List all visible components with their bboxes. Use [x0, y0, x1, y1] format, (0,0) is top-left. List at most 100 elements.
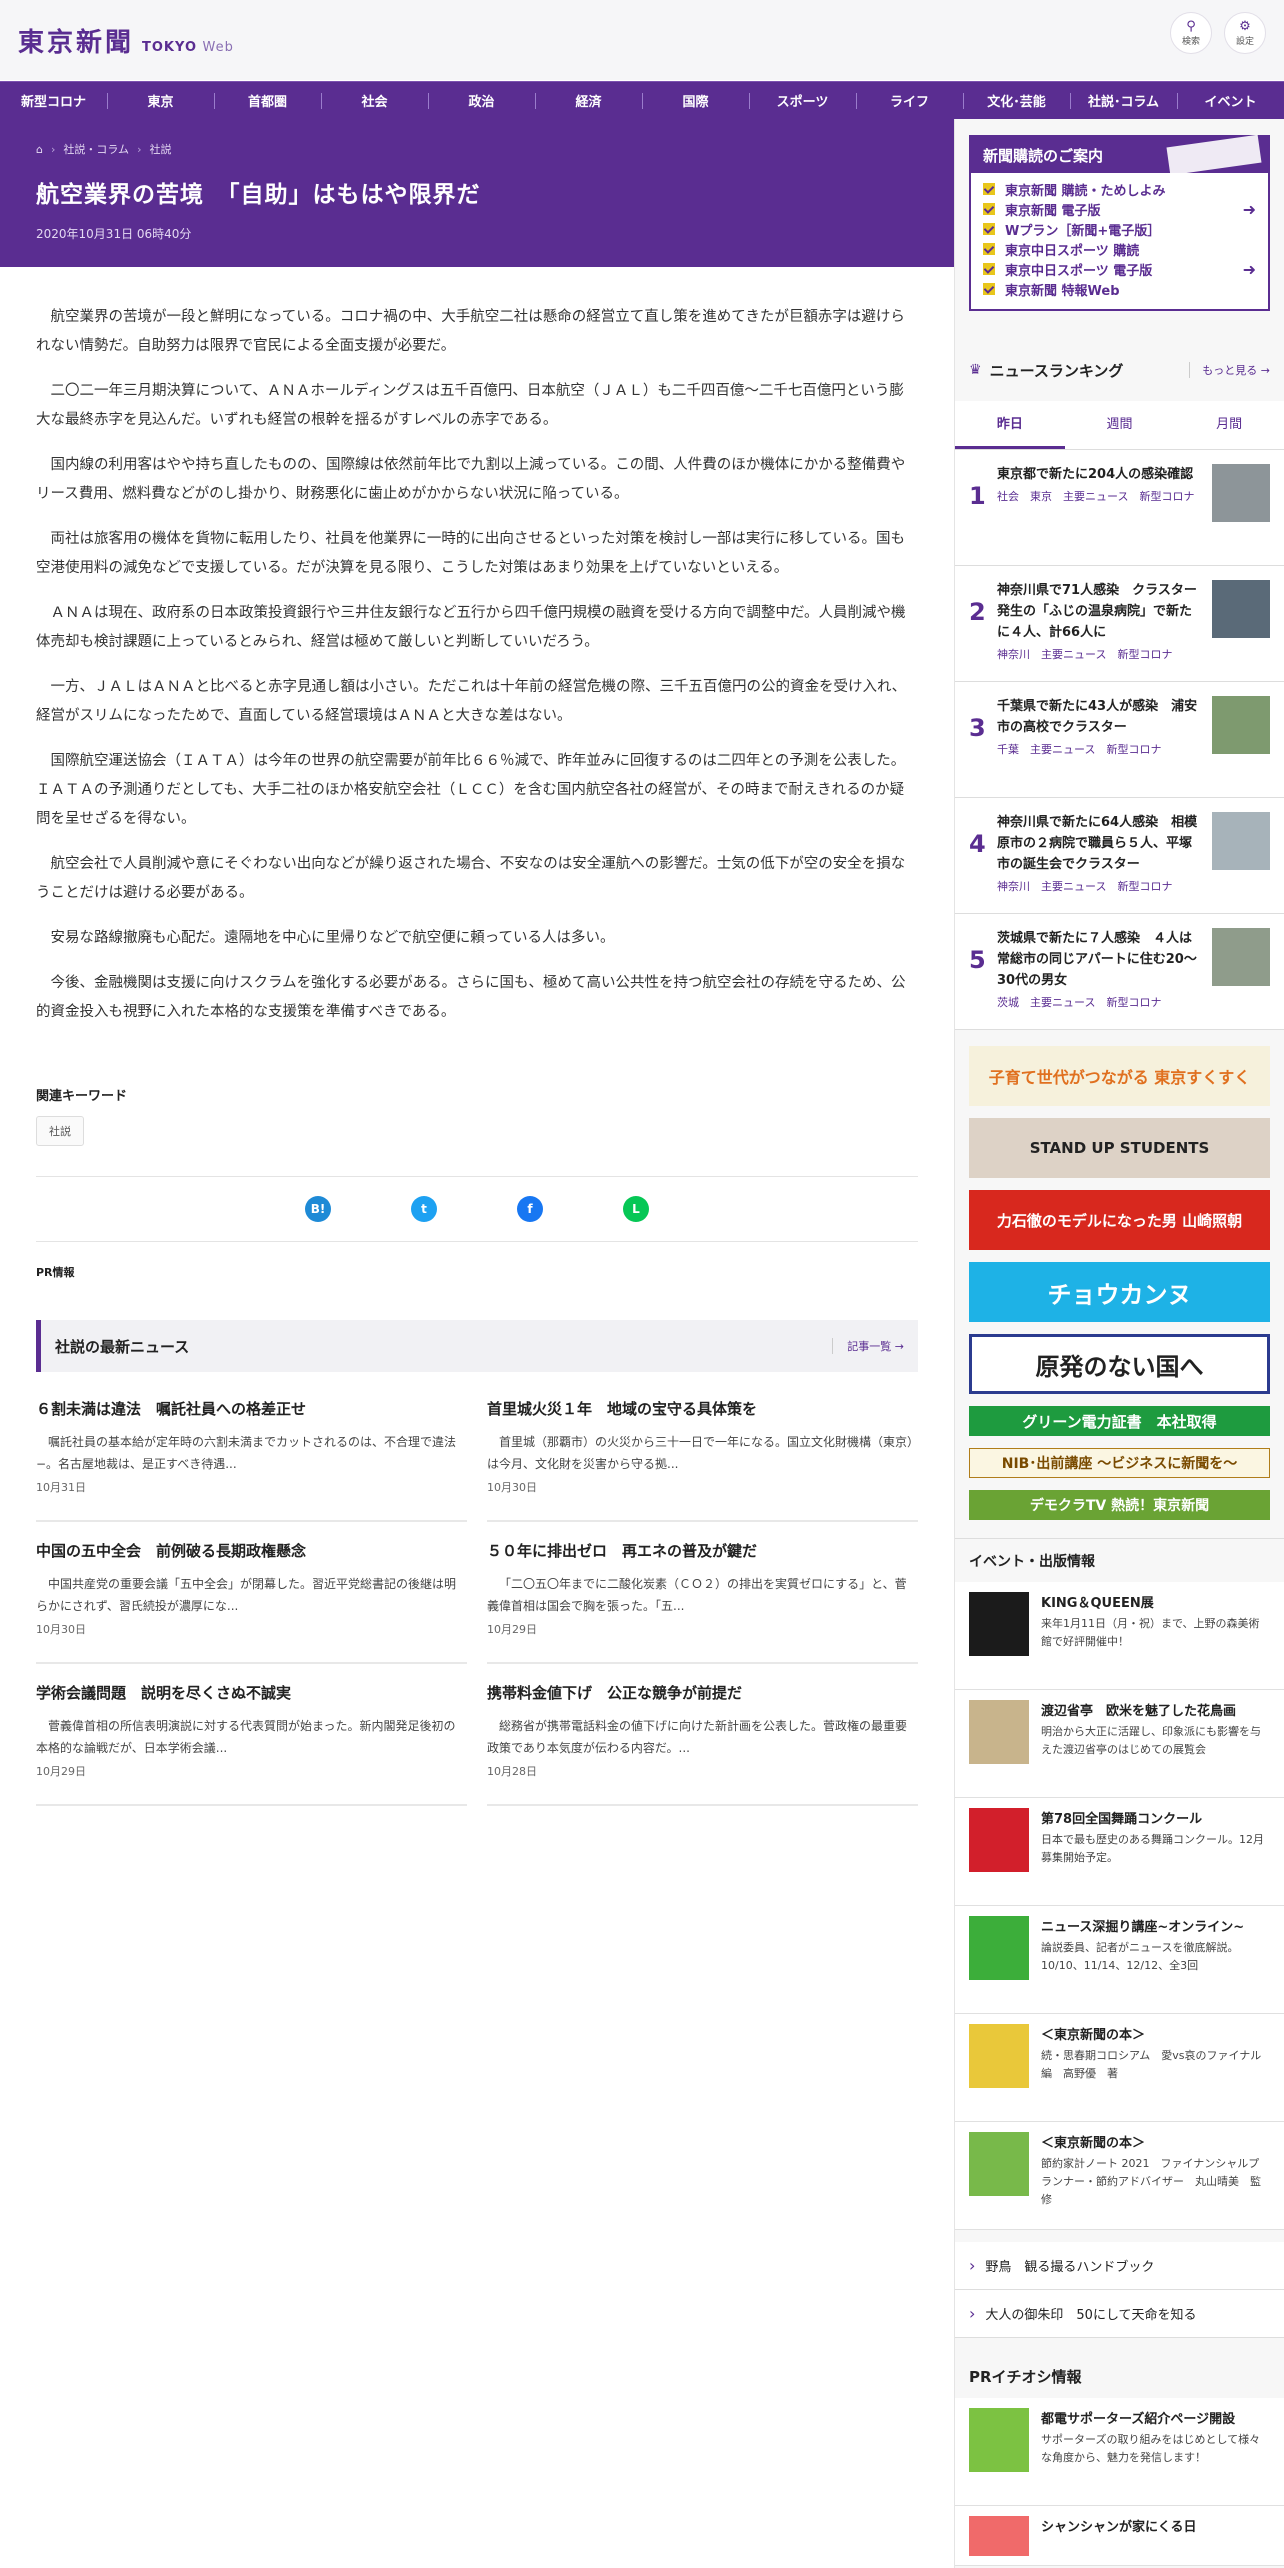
promo-link[interactable]: 大人の御朱印 50にして天命を知る [955, 2290, 1284, 2338]
logo-text: 東京新聞 [18, 27, 135, 58]
line-share-button[interactable]: L [623, 1196, 649, 1222]
search-icon: ⚲ [1186, 18, 1196, 34]
ranking-tabs: 昨日 週間 月間 [955, 401, 1284, 450]
latest-title: 社説の最新ニュース [55, 1337, 190, 1356]
settings-button[interactable]: ⚙ 設定 [1224, 12, 1266, 54]
event-image [969, 2132, 1029, 2196]
event-item[interactable]: KING＆QUEEN展 来年1月11日（月・祝）まで、上野の森美術館で好評開催中！ [955, 1582, 1284, 1690]
event-item[interactable]: ＜東京新聞の本＞ 続・思春期コロシアム 愛vs哀のファイナル編 高野優 著 [955, 2014, 1284, 2122]
ranking-item[interactable]: 4 神奈川県で新たに64人感染 相模原市の２病院で職員ら５人、平塚市の誕生会でクラ… [955, 798, 1284, 914]
login-icon: ➜ [1242, 259, 1256, 279]
subscription-link[interactable]: Wプラン［新聞+電子版］ [971, 219, 1268, 239]
home-icon[interactable]: ⌂ [36, 143, 43, 156]
tab-monthly[interactable]: 月間 [1174, 401, 1284, 449]
article-list-link[interactable]: 記事一覧 → [832, 1338, 904, 1354]
banner-nib[interactable]: NIB･出前講座 〜ビジネスに新聞を〜 [969, 1448, 1270, 1478]
nav-item[interactable]: 首都圏 [214, 82, 321, 119]
news-card[interactable]: ６割未満は違法 嘱託社員への格差正せ 嘱託社員の基本給が定年時の六割未満までカット… [36, 1380, 467, 1522]
event-item[interactable]: ＜東京新聞の本＞ 節約家計ノート 2021 ファイナンシャルプランナー・節約アドバ… [955, 2122, 1284, 2230]
event-image [969, 1916, 1029, 1980]
banner-green-power[interactable]: グリーン電力証書 本社取得 [969, 1406, 1270, 1436]
paragraph: 航空業界の苦境が一段と鮮明になっている。コロナ禍の中、大手航空二社は懸命の経営立… [36, 309, 905, 354]
paragraph: ＡＮＡは現在、政府系の日本政策投資銀行や三井住友銀行など五行から四千億円規模の融… [36, 605, 906, 650]
global-nav: 新型コロナ 東京 首都圏 社会 政治 経済 国際 スポーツ ライフ 文化･芸能 … [0, 81, 1284, 119]
pr-item[interactable]: シャンシャンが家にくる日 [955, 2506, 1284, 2566]
subscription-link[interactable]: 東京新聞 特報Web [971, 279, 1268, 299]
event-item[interactable]: ニュース深掘り講座~オンライン~ 論説委員、記者がニュースを徹底解説。10/10、… [955, 1906, 1284, 2014]
pr-pickup-title: PRイチオシ情報 [969, 2367, 1082, 2386]
breadcrumb: ⌂ › 社説・コラム › 社説 [36, 141, 172, 157]
check-icon [983, 263, 995, 275]
news-card[interactable]: 中国の五中全会 前例破る長期政権懸念 中国共産党の重要会議「五中全会」が閉幕した。… [36, 1522, 467, 1664]
main-column: ⌂ › 社説・コラム › 社説 航空業界の苦境 「自助」はもはや限界だ 2020年1… [0, 119, 954, 2568]
ranking-item[interactable]: 5 茨城県で新たに７人感染 ４人は常総市の同じアパートに住む20～30代の男女 茨城… [955, 914, 1284, 1030]
latest-header: 社説の最新ニュース 記事一覧 → [36, 1320, 918, 1372]
paragraph: 一方、ＪＡＬはＡＮＡと比べると赤字見通し額は小さい。ただこれは十年前の経営危機の… [36, 679, 907, 724]
nav-item[interactable]: 社会 [321, 82, 428, 119]
banner-standup[interactable]: STAND UP STUDENTS [969, 1118, 1270, 1178]
ranking-more-link[interactable]: もっと見る → [1189, 362, 1270, 378]
banner-yamazaki[interactable]: 力石徹のモデルになった男 山崎照朝 [969, 1190, 1270, 1250]
paragraph: 両社は旅客用の機体を貨物に転用したり、社員を他業界に一時的に出向させるといった対… [36, 531, 905, 576]
nav-item[interactable]: イベント [1177, 82, 1284, 119]
nav-item[interactable]: 文化･芸能 [963, 82, 1070, 119]
banner-choukanne[interactable]: チョウカンヌ [969, 1262, 1270, 1322]
thumbnail [1212, 696, 1270, 754]
ranking-item[interactable]: 1 東京都で新たに204人の感染確認 社会 東京 主要ニュース 新型コロナ [955, 450, 1284, 566]
nav-item[interactable]: スポーツ [749, 82, 856, 119]
site-logo[interactable]: 東京新聞 TOKYO Web [18, 22, 234, 59]
news-card[interactable]: 学術会議問題 説明を尽くさぬ不誠実 菅義偉首相の所信表明演説に対する代表質問が始ま… [36, 1664, 467, 1806]
thumbnail [1212, 812, 1270, 870]
event-item[interactable]: 第78回全国舞踊コンクール 日本で最も歴史のある舞踊コンクール。12月募集開始予定… [955, 1798, 1284, 1906]
tab-weekly[interactable]: 週間 [1065, 401, 1175, 449]
facebook-share-button[interactable]: f [517, 1196, 543, 1222]
ranking-item[interactable]: 3 千葉県で新たに43人が感染 浦安市の高校でクラスター 千葉 主要ニュース 新型コ… [955, 682, 1284, 798]
banner-democratv[interactable]: デモクラTV 熱読！東京新聞 [969, 1490, 1270, 1520]
sidebar: 新聞購読のご案内 東京新聞 購読・ためしよみ 東京新聞 電子版 ➜ Wプラン［新聞… [954, 119, 1284, 2568]
check-icon [983, 203, 995, 215]
subscription-box: 新聞購読のご案内 東京新聞 購読・ためしよみ 東京新聞 電子版 ➜ Wプラン［新聞… [969, 134, 1270, 311]
check-icon [983, 183, 995, 195]
keywords-section: 関連キーワード 社説 [0, 1085, 954, 1146]
ranking-header: ♛ ニュースランキング もっと見る → [969, 361, 1270, 380]
event-item[interactable]: 渡辺省亭 欧米を魅了した花鳥画 明治から大正に活躍し、印象派にも影響を与えた渡辺省… [955, 1690, 1284, 1798]
nav-item[interactable]: 新型コロナ [0, 82, 107, 119]
twitter-share-button[interactable]: t [411, 1196, 437, 1222]
nav-item[interactable]: 国際 [642, 82, 749, 119]
search-button[interactable]: ⚲ 検索 [1170, 12, 1212, 54]
nav-item[interactable]: 社説･コラム [1070, 82, 1177, 119]
promo-link[interactable]: 野鳥 観る撮るハンドブック [955, 2242, 1284, 2290]
event-image [969, 1700, 1029, 1764]
event-image [969, 2024, 1029, 2088]
nav-item[interactable]: 政治 [428, 82, 535, 119]
keyword-tag[interactable]: 社説 [36, 1116, 84, 1146]
banner-sukusuku[interactable]: 子育て世代がつながる 東京すくすく [969, 1046, 1270, 1106]
subscription-link[interactable]: 東京中日スポーツ 電子版 ➜ [971, 259, 1268, 279]
news-card[interactable]: 携帯料金値下げ 公正な競争が前提だ 総務省が携帯電話料金の値下げに向けた新計画を公… [487, 1664, 918, 1806]
check-icon [983, 223, 995, 235]
event-image [969, 1592, 1029, 1656]
subscription-link[interactable]: 東京新聞 購読・ためしよみ [971, 179, 1268, 199]
thumbnail [1212, 580, 1270, 638]
paragraph: 安易な路線撤廃も心配だ。遠隔地を中心に里帰りなどで航空便に頼っている人は多い。 [50, 930, 615, 946]
breadcrumb-item[interactable]: 社説・コラム [63, 141, 129, 157]
subscription-link[interactable]: 東京中日スポーツ 購読 [971, 239, 1268, 259]
share-bar: B! t f L [36, 1176, 918, 1242]
site-header: 東京新聞 TOKYO Web ⚲ 検索 ⚙ 設定 [0, 0, 1284, 80]
thumbnail [1212, 928, 1270, 986]
pr-item[interactable]: 都電サポーターズ紹介ページ開設 サポーターズの取り組みをはじめとして様々な角度から… [955, 2398, 1284, 2506]
news-card[interactable]: 首里城火災１年 地域の宝守る具体策を 首里城（那覇市）の火災から三十一日で一年にな… [487, 1380, 918, 1522]
paragraph: 国際航空運送協会（ＩＡＴＡ）は今年の世界の航空需要が前年比６６％減で、昨年並みに… [36, 753, 906, 827]
nav-item[interactable]: 東京 [107, 82, 214, 119]
hatena-share-button[interactable]: B! [305, 1196, 331, 1222]
news-card[interactable]: ５０年に排出ゼロ 再エネの普及が鍵だ 「二〇五〇年までに二酸化炭素（ＣＯ２）の排出… [487, 1522, 918, 1664]
banner-genpatsu[interactable]: 原発のない国へ [969, 1334, 1270, 1394]
nav-item[interactable]: 経済 [535, 82, 642, 119]
nav-item[interactable]: ライフ [856, 82, 963, 119]
paragraph: 航空会社で人員削減や意にそぐわない出向などが繰り返された場合、不安なのは安全運航… [36, 856, 906, 901]
breadcrumb-item[interactable]: 社説 [149, 141, 171, 157]
ranking-item[interactable]: 2 神奈川県で71人感染 クラスター発生の「ふじの温泉病院」で新たに４人、計66人… [955, 566, 1284, 682]
tab-yesterday[interactable]: 昨日 [955, 401, 1065, 449]
login-icon: ➜ [1242, 199, 1256, 219]
subscription-link[interactable]: 東京新聞 電子版 ➜ [971, 199, 1268, 219]
